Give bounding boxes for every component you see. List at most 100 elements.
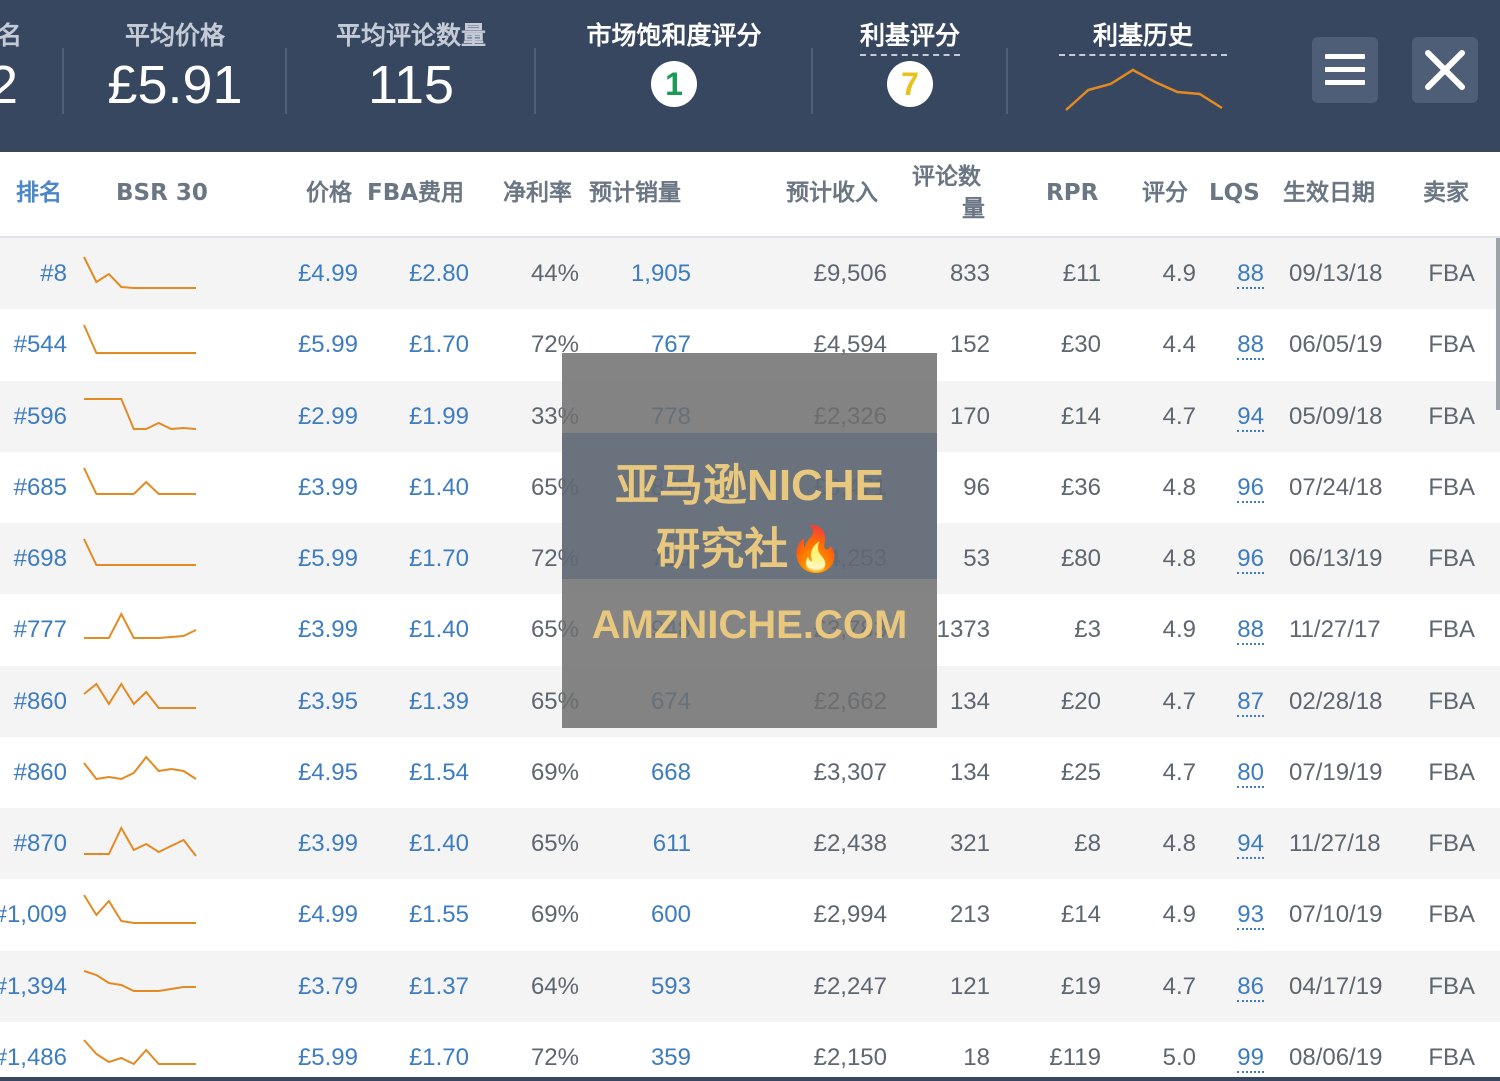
niche-score-label[interactable]: 利基评分 [859, 16, 960, 56]
lqs-link[interactable]: 96 [1237, 546, 1264, 574]
niche-history-label[interactable]: 利基历史 [1058, 16, 1227, 56]
rank-cell[interactable]: #685 [14, 452, 67, 523]
close-button[interactable] [1412, 37, 1478, 103]
rank-cell[interactable]: #860 [14, 737, 67, 808]
bsr-sparkline-line [83, 894, 196, 925]
column-header-est-revenue[interactable]: 预计收入 [786, 179, 878, 207]
net-margin-cell: 69% [530, 758, 579, 786]
lqs-link[interactable]: 88 [1237, 261, 1264, 289]
date-cell: 08/06/19 [1289, 1043, 1383, 1071]
rpr-cell: £30 [1060, 331, 1101, 359]
rating-cell: 4.4 [1162, 331, 1196, 359]
lqs-link[interactable]: 94 [1237, 403, 1264, 432]
stat-average-reviews: 平均评论数量 115 [287, 0, 535, 152]
stat-niche-history[interactable]: 利基历史 [1040, 0, 1246, 152]
column-header-rating[interactable]: 评分 [1142, 179, 1188, 207]
stat-average-price-value: £5.91 [107, 55, 243, 115]
column-header-net-margin[interactable]: 净利率 [503, 179, 572, 207]
column-header-fba-fee[interactable]: FBA费用 [367, 179, 464, 207]
est-revenue-cell: £2,438 [813, 830, 887, 857]
lqs-link[interactable]: 93 [1237, 902, 1264, 931]
bsr-sparkline-line [83, 324, 196, 355]
lqs-link[interactable]: 99 [1237, 1044, 1264, 1073]
lqs-link[interactable]: 94 [1237, 831, 1264, 859]
menu-button[interactable] [1312, 37, 1378, 103]
lqs-link[interactable]: 86 [1237, 973, 1264, 1002]
reviews-cell: 134 [949, 687, 990, 715]
lqs-cell: 96 [1237, 523, 1264, 594]
est-revenue-cell: £9,506 [813, 260, 887, 287]
date-cell: 11/27/17 [1289, 616, 1381, 644]
table-row[interactable]: #1,394 £3.79 £1.37 64% 593 £2,247 121 £19 4.7 04/… [0, 950, 1500, 1022]
rank-cell[interactable]: #1,009 [0, 879, 67, 950]
rank-cell[interactable]: #1,394 [0, 951, 67, 1022]
column-header-rank[interactable]: 排名 [16, 179, 62, 207]
rank-cell[interactable]: #860 [14, 666, 67, 737]
rank-cell[interactable]: #8 [40, 238, 67, 309]
reviews-cell: 321 [949, 830, 990, 857]
watermark-line-1: 亚马逊NICHE [615, 461, 884, 510]
reviews-cell: 53 [963, 545, 990, 572]
lqs-cell: 86 [1237, 951, 1264, 1022]
niche-history-label-wrap: 利基历史 [1040, 16, 1246, 56]
table-row[interactable]: #870 £3.99 £1.40 65% 611 £2,438 321 £8 4.8 11/27/… [0, 808, 1500, 880]
bsr-sparkline [83, 681, 196, 709]
table-row[interactable]: #860 £4.95 £1.54 69% 668 £3,307 134 £25 4.7 07/19… [0, 737, 1500, 808]
fba-fee-cell: £1.40 [408, 616, 469, 644]
fba-fee-cell: £1.70 [408, 1043, 469, 1071]
column-header-est-sales[interactable]: 预计销量 [589, 179, 681, 207]
niche-score-badge: 7 [887, 61, 933, 107]
table-row[interactable]: #1,009 £4.99 £1.55 69% 600 £2,994 213 £14 4.9 07/… [0, 879, 1500, 950]
net-margin-cell: 69% [530, 901, 579, 929]
price-cell: £3.99 [297, 473, 358, 501]
seller-cell: FBA [1428, 687, 1475, 715]
stat-niche-score[interactable]: 利基评分 7 [813, 0, 1007, 152]
lqs-cell: 88 [1237, 594, 1264, 665]
saturation-label: 市场饱和度评分 [586, 21, 762, 50]
rank-cell[interactable]: #870 [14, 808, 67, 879]
column-header-price[interactable]: 价格 [306, 179, 352, 207]
watermark-overlay: 亚马逊NICHE 研究社🔥 AMZNICHE.COM [562, 353, 937, 728]
table-row[interactable]: #1,486 £5.99 £1.70 72% 359 £2,150 18 £119 5.0 08/… [0, 1022, 1500, 1081]
net-margin-cell: 44% [530, 260, 579, 287]
est-sales-cell: 668 [650, 758, 691, 786]
rpr-cell: £14 [1060, 901, 1101, 929]
column-header-reviews[interactable]: 评论数 [912, 163, 981, 191]
lqs-link[interactable]: 96 [1237, 474, 1264, 503]
bsr-sparkline-line [84, 825, 197, 857]
column-header-bsr[interactable]: BSR 30 [116, 179, 208, 207]
column-header-seller[interactable]: 卖家 [1423, 179, 1469, 207]
rpr-cell: £3 [1074, 616, 1101, 644]
column-header-rpr[interactable]: RPR [1046, 179, 1098, 207]
price-cell: £5.99 [297, 1043, 358, 1071]
rank-cell[interactable]: #596 [14, 381, 67, 452]
est-revenue-cell: £2,994 [813, 901, 887, 929]
rank-cell[interactable]: #1,486 [0, 1022, 67, 1081]
price-cell: £3.79 [297, 972, 358, 1000]
rpr-cell: £8 [1074, 830, 1101, 857]
seller-cell: FBA [1428, 260, 1475, 287]
rank-cell[interactable]: #698 [14, 523, 67, 594]
rpr-cell: £11 [1062, 260, 1101, 287]
price-cell: £4.99 [297, 260, 358, 287]
bsr-sparkline-line [83, 256, 196, 289]
rpr-cell: £20 [1060, 687, 1101, 715]
table-scrollbar[interactable] [1496, 238, 1500, 410]
bsr-sparkline [83, 467, 196, 495]
rating-cell: 4.9 [1162, 260, 1196, 287]
rank-cell[interactable]: #777 [14, 594, 67, 665]
lqs-link[interactable]: 87 [1237, 688, 1264, 717]
lqs-cell: 88 [1237, 238, 1264, 309]
rank-cell[interactable]: #544 [14, 309, 67, 380]
column-header-lqs[interactable]: LQS [1209, 179, 1260, 207]
lqs-link[interactable]: 88 [1237, 617, 1264, 646]
lqs-link[interactable]: 80 [1237, 759, 1264, 788]
column-header-date[interactable]: 生效日期 [1283, 179, 1375, 207]
stat-rank-partial: 名 2 [0, 0, 32, 152]
date-cell: 07/24/18 [1289, 473, 1383, 501]
net-margin-cell: 72% [530, 1043, 579, 1071]
lqs-link[interactable]: 88 [1237, 332, 1264, 361]
est-revenue-cell: £3,307 [813, 758, 887, 786]
table-row[interactable]: #8 £4.99 £2.80 44% 1,905 £9,506 833 £11 4.9 09/13… [0, 238, 1500, 310]
reviews-cell: 134 [949, 758, 990, 786]
